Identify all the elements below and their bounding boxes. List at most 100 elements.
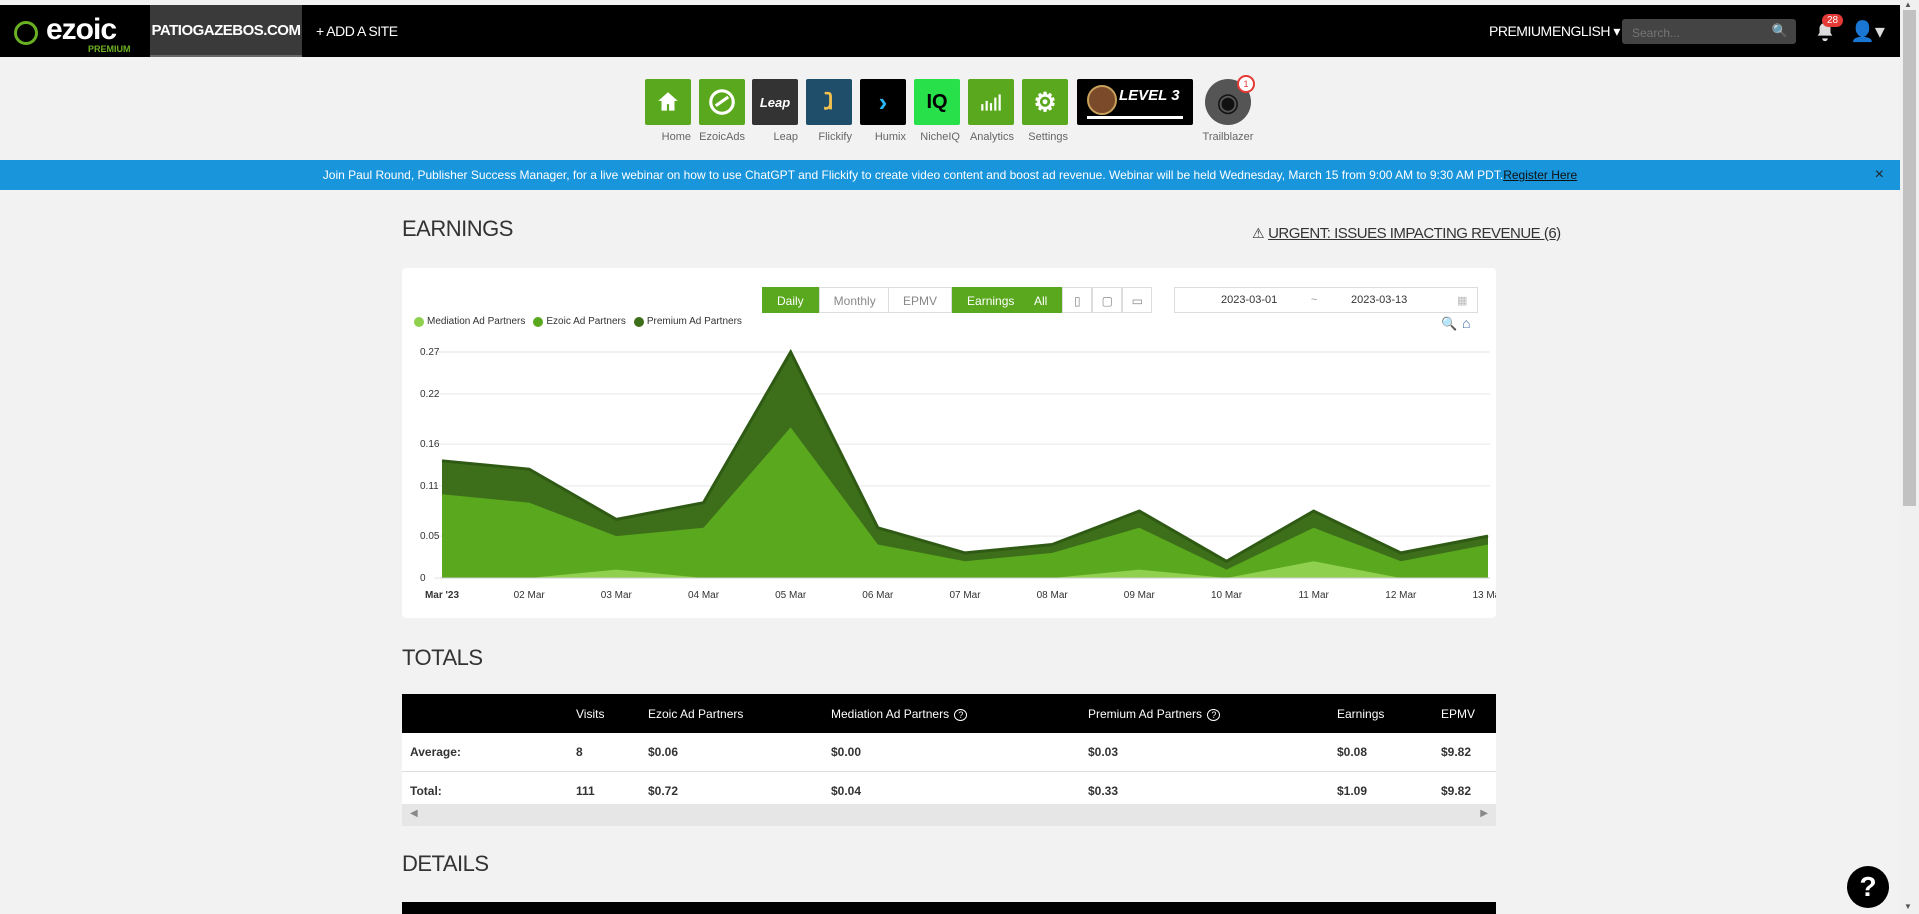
y-tick-label: 0.11 [420,481,439,492]
page-scrollbar-thumb[interactable] [1903,10,1916,506]
scroll-down-arrow-icon[interactable]: ▼ [1904,902,1912,911]
analytics-icon [968,79,1014,125]
search-box[interactable]: 🔍 [1622,19,1796,46]
app-label: EzoicAds [699,131,745,143]
ezoic-logo[interactable]: ezoic PREMIUM [10,13,131,54]
earnings-title: EARNINGS [402,216,513,241]
y-tick-label: 0.22 [420,389,440,400]
mobile-icon[interactable]: ▯ [1062,287,1093,313]
reset-zoom-home-icon[interactable]: ⌂ [1462,315,1470,331]
table-horizontal-scrollbar[interactable]: ◀ ▶ [402,804,1496,826]
app-nicheiq[interactable]: IQ NicheIQ [914,79,960,145]
date-range-picker[interactable]: 2023-03-01 ~ 2023-03-13 ▦ [1174,287,1478,313]
logo-subtext: PREMIUM [88,44,131,54]
calendar-icon: ▦ [1457,295,1468,307]
metric-toggle: EPMV Earnings [888,287,1030,313]
app-analytics[interactable]: Analytics [968,79,1014,145]
user-menu-icon[interactable]: 👤▾ [1850,19,1885,44]
app-ezoicads[interactable]: EzoicAds [699,79,745,145]
column-header [402,694,575,733]
ezoic-icon [699,79,745,125]
desktop-icon[interactable]: ▭ [1122,287,1153,313]
daily-button[interactable]: Daily [762,287,819,313]
scroll-right-arrow-icon[interactable]: ▶ [1480,808,1488,819]
logo-text: ezoic [46,13,117,46]
table-row: Average: 8 $0.06 $0.00 $0.03 $0.08 $9.82 [402,733,1496,772]
help-icon[interactable]: ? [954,708,968,721]
legend-label: Mediation Ad Partners [427,316,526,327]
banner-text: Join Paul Round, Publisher Success Manag… [322,168,1504,182]
y-tick-label: 0.05 [420,531,440,542]
column-header-label: Mediation Ad Partners [831,706,950,721]
language-dropdown[interactable]: ENGLISH ▾ [1552,5,1620,57]
all-devices-button[interactable]: All [1019,287,1063,313]
scroll-left-arrow-icon[interactable]: ◀ [410,808,418,819]
iq-icon: IQ [914,79,960,125]
level-progress [1087,116,1183,119]
details-table-header [402,902,1496,914]
app-label: Humix [874,131,906,143]
humix-icon: › [860,79,906,125]
scroll-up-arrow-icon[interactable]: ▲ [1904,0,1912,9]
period-toggle: Daily Monthly [762,287,891,313]
notification-count-badge: 28 [1822,14,1844,27]
column-header: Earnings [1336,694,1440,733]
search-input[interactable] [1622,19,1774,46]
trailblazer-badge: 1 [1237,75,1255,93]
premium-link[interactable]: PREMIUM [1489,5,1552,57]
app-label: Home [661,131,691,143]
app-leap[interactable]: Leap Leap [752,79,798,145]
date-to: 2023-03-13 [1351,294,1408,306]
help-button[interactable]: ? [1847,866,1889,908]
legend-item[interactable]: Mediation Ad Partners [414,316,525,327]
house-icon [645,79,691,125]
top-nav: ezoic PREMIUM PATIOGAZEBOS.COM + ADD A S… [0,5,1900,57]
app-humix[interactable]: › Humix [860,79,906,145]
x-tick-label: 02 Mar [514,590,546,601]
device-toggle: All ▯ ▢ ▭ [1019,287,1153,313]
details-title: DETAILS [402,851,489,876]
search-icon[interactable]: 🔍 [1772,23,1788,39]
column-header: Mediation Ad Partners ? [830,694,1087,733]
date-from: 2023-03-01 [1221,294,1278,306]
earnings-area-chart: 0 0.05 0.11 0.16 0.22 0.27 Mar '23 02 Mar 03 Mar… [420,347,1496,601]
monthly-button[interactable]: Monthly [818,287,891,313]
app-flickify[interactable]: ⱹ Flickify [806,79,852,145]
tablet-icon[interactable]: ▢ [1092,287,1123,313]
leap-icon: Leap [752,79,798,125]
legend-label: Ezoic Ad Partners [546,316,626,327]
table-cell: $0.06 [647,733,830,772]
date-separator: ~ [1311,294,1318,306]
app-home[interactable]: Home [645,79,691,145]
site-tab[interactable]: PATIOGAZEBOS.COM [150,5,302,57]
add-site-link[interactable]: + ADD A SITE [316,5,398,57]
totals-title: TOTALS [402,645,483,670]
x-tick-label: 13 Mar [1472,590,1496,601]
trailblazer[interactable]: ◉ 1 Trailblazer [1203,75,1255,145]
legend-dot [414,316,424,327]
x-tick-label: Mar '23 [425,590,460,601]
y-tick-label: 0.27 [420,347,440,358]
register-link[interactable]: Register Here [1503,168,1577,182]
close-icon[interactable]: × [1875,160,1884,190]
x-tick-label: 07 Mar [949,590,981,601]
legend-item[interactable]: Premium Ad Partners [633,316,742,327]
legend-dot [533,316,544,327]
column-header: Visits [575,694,647,733]
help-icon[interactable]: ? [1207,708,1221,721]
chart-legend: Mediation Ad Partners Ezoic Ad Partners … [414,316,742,327]
urgent-issues-link[interactable]: ⚠ URGENT: ISSUES IMPACTING REVENUE (6) [1252,225,1561,242]
column-header: EPMV [1440,694,1496,733]
earnings-button[interactable]: Earnings [952,287,1030,313]
epmv-button[interactable]: EPMV [888,287,953,313]
app-label: Analytics [969,131,1014,143]
x-tick-label: 12 Mar [1385,590,1417,601]
table-cell: $0.00 [830,733,1087,772]
x-tick-label: 09 Mar [1124,590,1156,601]
level-badge[interactable]: LEVEL 3 [1077,79,1193,125]
flickify-icon: ⱹ [806,79,852,125]
app-settings[interactable]: ⚙ Settings [1022,79,1068,145]
legend-item[interactable]: Ezoic Ad Partners [533,316,626,327]
ezoic-logo-icon [14,21,38,45]
x-tick-label: 05 Mar [775,590,807,601]
